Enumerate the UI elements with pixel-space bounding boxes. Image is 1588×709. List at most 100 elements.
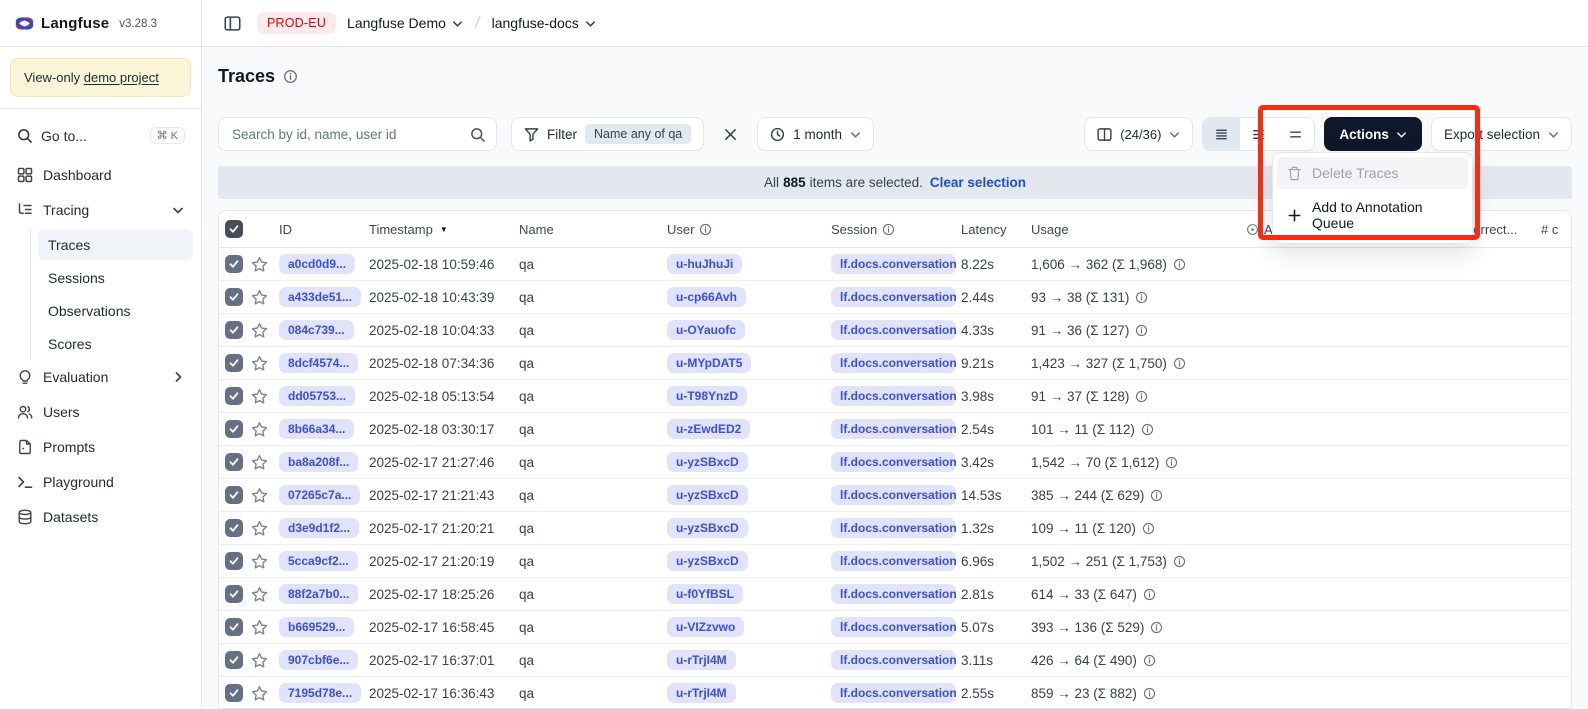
row-checkbox[interactable]: [225, 453, 243, 471]
info-icon[interactable]: [1135, 324, 1148, 337]
trace-id-badge[interactable]: 907cbf6e...: [279, 650, 358, 670]
trace-id-badge[interactable]: 88f2a7b0...: [279, 584, 358, 604]
actions-button[interactable]: Actions: [1324, 117, 1422, 151]
row-checkbox[interactable]: [225, 387, 243, 405]
row-checkbox[interactable]: [225, 486, 243, 504]
trace-id-badge[interactable]: 8b66a34...: [279, 419, 354, 439]
session-badge[interactable]: lf.docs.conversation...: [831, 551, 956, 571]
info-icon[interactable]: [1142, 522, 1155, 535]
session-badge[interactable]: lf.docs.conversation...: [831, 584, 956, 604]
demo-project-link[interactable]: demo project: [84, 70, 159, 85]
session-badge[interactable]: lf.docs.conversation...: [831, 419, 956, 439]
filter-button[interactable]: Filter Name any of qa: [511, 117, 704, 151]
user-badge[interactable]: u-f0YfBSL: [667, 584, 743, 604]
search-input[interactable]: [230, 126, 470, 143]
search-icon[interactable]: [470, 127, 485, 142]
session-badge[interactable]: lf.docs.conversation...: [831, 287, 956, 307]
sidebar-item-scores[interactable]: Scores: [38, 328, 193, 359]
user-badge[interactable]: u-yzSBxcD: [667, 485, 748, 505]
table-row[interactable]: d3e9d1f2... 2025-02-17 21:20:21 qa u-yzS…: [219, 512, 1572, 545]
columns-button[interactable]: (24/36): [1084, 117, 1193, 151]
table-row[interactable]: a433de51... 2025-02-18 10:43:39 qa u-cp6…: [219, 281, 1572, 314]
star-icon[interactable]: [251, 487, 268, 504]
header-timestamp[interactable]: Timestamp▼: [369, 222, 519, 237]
trace-id-badge[interactable]: 5cca9cf2...: [279, 551, 358, 571]
trace-id-badge[interactable]: dd05753...: [279, 386, 355, 406]
sidebar-item-traces[interactable]: Traces: [38, 229, 193, 260]
user-badge[interactable]: u-rTrjI4M: [667, 683, 736, 703]
session-badge[interactable]: lf.docs.conversation...: [831, 254, 956, 274]
org-breadcrumb[interactable]: Langfuse Demo: [347, 15, 463, 31]
row-height-large-button[interactable]: [1277, 118, 1314, 150]
table-row[interactable]: 5cca9cf2... 2025-02-17 21:20:19 qa u-yzS…: [219, 545, 1572, 578]
clear-filter-button[interactable]: [718, 127, 743, 142]
header-user[interactable]: User: [667, 222, 831, 237]
session-badge[interactable]: lf.docs.conversation...: [831, 518, 956, 538]
menu-item-delete-traces[interactable]: Delete Traces: [1277, 157, 1468, 189]
project-breadcrumb[interactable]: langfuse-docs: [492, 15, 596, 31]
info-icon[interactable]: [1173, 258, 1186, 271]
user-badge[interactable]: u-OYauofc: [667, 320, 745, 340]
row-checkbox[interactable]: [225, 321, 243, 339]
star-icon[interactable]: [251, 652, 268, 669]
row-checkbox[interactable]: [225, 585, 243, 603]
table-row[interactable]: 07265c7a... 2025-02-17 21:21:43 qa u-yzS…: [219, 479, 1572, 512]
table-row[interactable]: b669529... 2025-02-17 16:58:45 qa u-VIZz…: [219, 611, 1572, 644]
row-checkbox[interactable]: [225, 420, 243, 438]
user-badge[interactable]: u-huJhuJi: [667, 254, 742, 274]
row-checkbox[interactable]: [225, 288, 243, 306]
row-checkbox[interactable]: [225, 519, 243, 537]
trace-id-badge[interactable]: 07265c7a...: [279, 485, 360, 505]
select-all-checkbox[interactable]: [225, 220, 243, 238]
info-icon[interactable]: [1135, 291, 1148, 304]
sidebar-item-datasets[interactable]: Datasets: [8, 501, 193, 533]
trace-id-badge[interactable]: 084c739...: [279, 320, 354, 340]
user-badge[interactable]: u-zEwdED2: [667, 419, 750, 439]
user-badge[interactable]: u-VIZzvwo: [667, 617, 744, 637]
row-checkbox[interactable]: [225, 618, 243, 636]
session-badge[interactable]: lf.docs.conversation...: [831, 617, 956, 637]
info-icon[interactable]: [1143, 654, 1156, 667]
table-row[interactable]: 8dcf4574... 2025-02-18 07:34:36 qa u-MYp…: [219, 347, 1572, 380]
star-icon[interactable]: [251, 520, 268, 537]
trace-id-badge[interactable]: d3e9d1f2...: [279, 518, 359, 538]
row-height-medium-button[interactable]: [1240, 118, 1277, 150]
session-badge[interactable]: lf.docs.conversation...: [831, 452, 956, 472]
session-badge[interactable]: lf.docs.conversation...: [831, 650, 956, 670]
info-icon[interactable]: [1150, 621, 1163, 634]
star-icon[interactable]: [251, 289, 268, 306]
info-icon[interactable]: [1165, 456, 1178, 469]
header-id[interactable]: ID: [279, 222, 369, 237]
row-height-small-button[interactable]: [1203, 118, 1240, 150]
sidebar-item-prompts[interactable]: Prompts: [8, 431, 193, 463]
table-row[interactable]: 8b66a34... 2025-02-18 03:30:17 qa u-zEwd…: [219, 413, 1572, 446]
trace-id-badge[interactable]: 8dcf4574...: [279, 353, 358, 373]
time-range-button[interactable]: 1 month: [757, 117, 874, 151]
row-checkbox[interactable]: [225, 552, 243, 570]
table-row[interactable]: 907cbf6e... 2025-02-17 16:37:01 qa u-rTr…: [219, 644, 1572, 677]
user-badge[interactable]: u-T98YnzD: [667, 386, 747, 406]
table-row[interactable]: a0cd0d9... 2025-02-18 10:59:46 qa u-huJh…: [219, 248, 1572, 281]
sidebar-item-tracing[interactable]: Tracing: [8, 194, 193, 226]
star-icon[interactable]: [251, 421, 268, 438]
row-checkbox[interactable]: [225, 255, 243, 273]
clear-selection-link[interactable]: Clear selection: [930, 175, 1026, 190]
row-checkbox[interactable]: [225, 684, 243, 702]
info-icon[interactable]: [1143, 687, 1156, 700]
header-latency[interactable]: Latency: [961, 222, 1031, 237]
info-icon[interactable]: [1173, 555, 1186, 568]
header-score-cut[interactable]: # c: [1541, 222, 1572, 237]
trace-id-badge[interactable]: b669529...: [279, 617, 354, 637]
row-checkbox[interactable]: [225, 651, 243, 669]
info-icon[interactable]: [1141, 423, 1154, 436]
trace-id-badge[interactable]: a0cd0d9...: [279, 254, 355, 274]
info-icon[interactable]: [283, 69, 298, 84]
table-row[interactable]: 7195d78e... 2025-02-17 16:36:43 qa u-rTr…: [219, 677, 1572, 709]
info-icon[interactable]: [1173, 357, 1186, 370]
table-row[interactable]: 88f2a7b0... 2025-02-17 18:25:26 qa u-f0Y…: [219, 578, 1572, 611]
session-badge[interactable]: lf.docs.conversation...: [831, 320, 956, 340]
info-icon[interactable]: [1135, 390, 1148, 403]
star-icon[interactable]: [251, 388, 268, 405]
trace-id-badge[interactable]: ba8a208f...: [279, 452, 358, 472]
trace-id-badge[interactable]: 7195d78e...: [279, 683, 361, 703]
